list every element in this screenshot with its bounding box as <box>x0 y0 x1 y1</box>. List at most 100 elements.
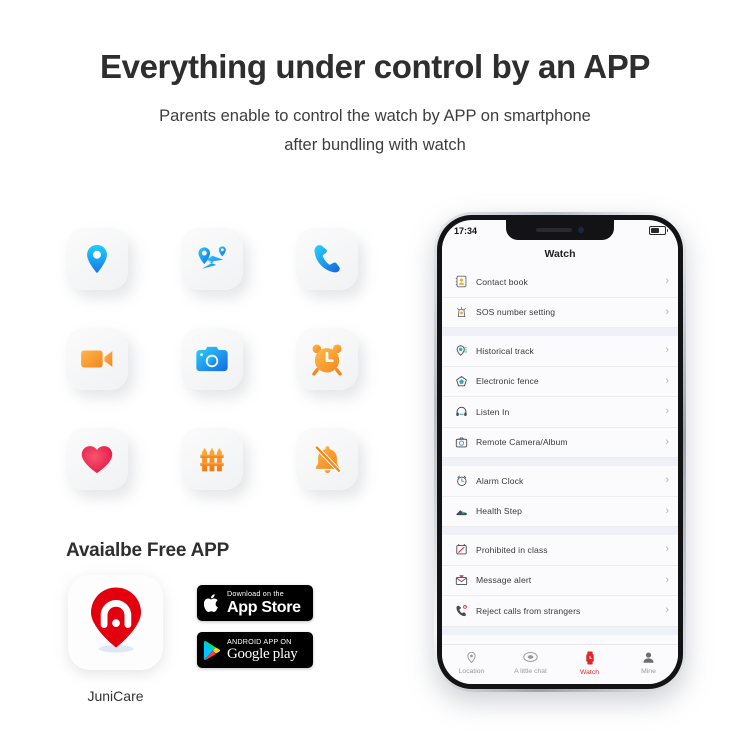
page-subtitle: Parents enable to control the watch by A… <box>0 102 750 160</box>
prohibited-class-icon <box>453 543 470 556</box>
chevron-right-icon: › <box>665 604 669 617</box>
route-map-icon <box>194 242 230 276</box>
historical-track-icon <box>453 344 470 357</box>
listen-in-icon <box>453 405 470 418</box>
app-store-badge[interactable]: Download on the App Store <box>197 585 313 621</box>
camera-icon <box>195 344 229 374</box>
phone-screen: 17:34 Watch Contact book › SOS number se… <box>442 220 678 684</box>
list-item[interactable]: Listen In › <box>442 397 678 428</box>
chevron-right-icon: › <box>665 344 669 357</box>
list-group-separator <box>442 626 678 635</box>
status-bar: 17:34 <box>442 220 678 241</box>
tab-location-icon <box>465 651 478 666</box>
video-camera-icon <box>80 346 114 372</box>
tab-label: Location <box>458 668 485 675</box>
bell-off-icon <box>311 443 344 476</box>
tab-watch-icon <box>584 650 596 667</box>
list-item-label: Reject calls from strangers <box>476 605 581 616</box>
chevron-right-icon: › <box>665 573 669 586</box>
page-title: Everything under control by an APP <box>100 48 650 85</box>
list-item[interactable]: Alarm Clock › <box>442 466 678 497</box>
app-store-small-label: Download on the <box>227 589 284 599</box>
feature-tile-camera[interactable] <box>181 328 243 390</box>
junicare-app-icon[interactable] <box>68 575 163 670</box>
phone-mockup: 17:34 Watch Contact book › SOS number se… <box>434 212 686 692</box>
list-item[interactable]: Reject calls from strangers › <box>442 596 678 627</box>
list-item-label: Remote Camera/Album <box>476 437 568 448</box>
phone-call-icon <box>310 242 344 276</box>
heart-icon <box>80 444 114 475</box>
feature-icon-grid <box>66 228 376 490</box>
google-play-big-label: Google play <box>227 646 298 663</box>
health-step-icon <box>453 505 470 518</box>
page-subtitle-line2: after bundling with watch <box>284 135 466 154</box>
feature-tile-alarm[interactable] <box>296 328 358 390</box>
play-triangle-icon <box>197 640 227 661</box>
settings-list: Contact book › SOS number setting › Hist… <box>442 267 678 644</box>
feature-tile-health[interactable] <box>66 428 128 490</box>
tab-watch[interactable]: Watch <box>560 650 619 676</box>
reject-calls-icon <box>453 604 470 617</box>
list-item[interactable]: SOS number setting › <box>442 297 678 328</box>
chevron-right-icon: › <box>665 275 669 288</box>
list-item[interactable]: Message alert › <box>442 565 678 596</box>
list-group-separator <box>442 458 678 466</box>
chevron-right-icon: › <box>665 435 669 448</box>
tab-mine[interactable]: Mine <box>619 651 678 675</box>
google-play-badge[interactable]: ANDROID APP ON Google play <box>197 632 313 668</box>
chevron-right-icon: › <box>665 504 669 517</box>
chevron-right-icon: › <box>665 374 669 387</box>
list-item-label: Prohibited in class <box>476 544 548 555</box>
list-item-label: SOS number setting <box>476 307 556 318</box>
tab-label: Mine <box>641 668 656 675</box>
fence-icon <box>196 443 228 475</box>
battery-icon <box>649 225 668 236</box>
list-item-label: Electronic fence <box>476 376 539 387</box>
electronic-fence-icon <box>453 375 470 388</box>
feature-tile-fence[interactable] <box>181 428 243 490</box>
location-pin-icon <box>80 242 114 276</box>
list-item-label: Contact book <box>476 276 528 287</box>
apple-icon <box>197 593 227 613</box>
chevron-right-icon: › <box>665 543 669 556</box>
promo-page: Everything under control by an APP Paren… <box>0 0 750 745</box>
contact-book-icon <box>453 275 470 288</box>
list-group-separator <box>442 328 678 336</box>
junicare-logo <box>83 585 149 660</box>
alarm-clock-icon <box>310 342 344 376</box>
list-item-label: Listen In <box>476 406 510 417</box>
list-item-label: Alarm Clock <box>476 475 524 486</box>
feature-tile-route[interactable] <box>181 228 243 290</box>
tab-chat-icon <box>523 651 538 666</box>
sos-alarm-icon <box>453 306 470 319</box>
list-group-separator <box>442 527 678 535</box>
list-item-label: Historical track <box>476 345 534 356</box>
feature-tile-phone[interactable] <box>296 228 358 290</box>
google-play-small-label: ANDROID APP ON <box>227 636 292 646</box>
status-time: 17:34 <box>454 225 478 236</box>
tab-chat[interactable]: A little chat <box>501 651 560 675</box>
chevron-right-icon: › <box>665 474 669 487</box>
app-store-big-label: App Store <box>227 598 301 616</box>
list-item[interactable]: Historical track › <box>442 336 678 367</box>
message-alert-icon <box>453 574 470 587</box>
list-item[interactable]: Remote Camera/Album › <box>442 427 678 458</box>
tab-label: A little chat <box>514 668 547 675</box>
list-item[interactable]: Prohibited in class › <box>442 535 678 566</box>
tab-label: Watch <box>579 668 599 676</box>
feature-tile-video[interactable] <box>66 328 128 390</box>
feature-tile-silent[interactable] <box>296 428 358 490</box>
list-item[interactable]: Health Step › <box>442 496 678 527</box>
chevron-right-icon: › <box>665 305 669 318</box>
list-item[interactable]: Contact book › <box>442 267 678 298</box>
page-subtitle-line1: Parents enable to control the watch by A… <box>159 107 591 125</box>
tab-mine-icon <box>642 651 655 666</box>
list-item[interactable]: Electronic fence › <box>442 366 678 397</box>
phone-bezel: 17:34 Watch Contact book › SOS number se… <box>437 215 683 689</box>
feature-tile-location[interactable] <box>66 228 128 290</box>
tab-location[interactable]: Location <box>442 651 501 675</box>
chevron-right-icon: › <box>665 405 669 418</box>
remote-camera-icon <box>453 436 470 449</box>
alarm-clock-row-icon <box>453 474 470 487</box>
tab-bar: Location A little chat Watch Mine <box>442 644 678 684</box>
